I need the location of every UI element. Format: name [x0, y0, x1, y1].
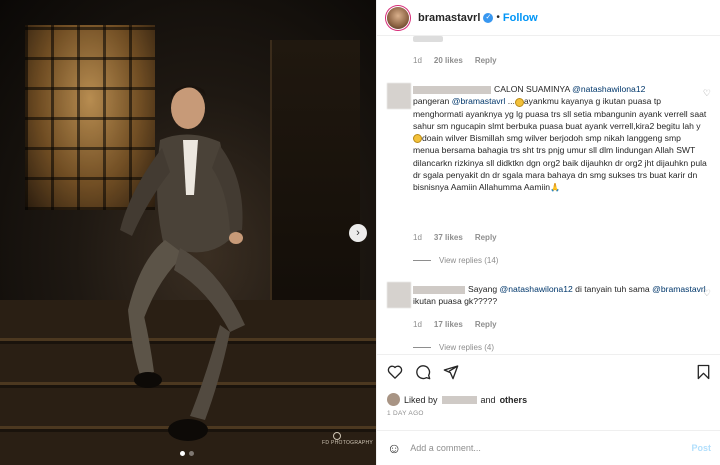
comment-text: Sayang @natashawilona12 di tanyain tuh s…	[413, 283, 709, 308]
likes-conjunction: and	[480, 394, 496, 405]
comment-mention[interactable]: @bramastavrl	[652, 284, 706, 294]
comments-list[interactable]: 1d 20 likes Reply CALON SUAMINYA @natash…	[377, 36, 720, 354]
likes-others[interactable]: others	[500, 395, 528, 405]
comment-text: CALON SUAMINYA @natashawilona12 pangeran…	[413, 83, 709, 195]
action-bar	[377, 354, 720, 388]
comment-composer: ☺ Post	[377, 430, 720, 465]
replies-line	[413, 347, 431, 348]
post-sidebar: bramastavrl ✓ • Follow 1d 20 likes Reply…	[376, 0, 720, 465]
share-icon[interactable]	[443, 364, 459, 380]
liker-avatar	[387, 393, 400, 406]
redacted-username	[413, 285, 465, 294]
bookmark-icon[interactable]	[697, 364, 710, 380]
comment-prefix: CALON SUAMINYA	[494, 84, 570, 94]
comment-mention[interactable]: @bramastavrl	[452, 96, 506, 106]
praying-hands-emoji-icon: 🙏	[550, 183, 561, 193]
post-comment-button[interactable]: Post	[691, 443, 711, 453]
heart-icon[interactable]	[387, 364, 403, 379]
likes-prefix: Liked by	[404, 394, 438, 405]
comment-line-prefix: pangeran	[413, 96, 450, 107]
verified-badge-icon: ✓	[483, 12, 494, 23]
comment-mention[interactable]: @natashawilona12	[500, 284, 573, 294]
chevron-right-icon: ›	[356, 227, 360, 239]
man-in-suit-figure	[120, 85, 245, 441]
comment-mention[interactable]: @natashawilona12	[572, 84, 645, 94]
smiley-icon[interactable]: ☺	[387, 440, 401, 456]
view-replies-button[interactable]: View replies (14)	[413, 256, 498, 265]
comment-icon[interactable]	[415, 364, 431, 380]
comment-like-heart-icon[interactable]: ♡	[703, 88, 711, 99]
author-username[interactable]: bramastavrl	[418, 12, 480, 24]
smiling-emoji-icon	[413, 134, 422, 144]
comment-meta: 1d 20 likes Reply	[413, 56, 497, 65]
comment-time: 1d	[413, 233, 422, 242]
comment-text-part: di tanyain tuh sama	[575, 284, 650, 294]
photographer-logo-icon	[333, 432, 341, 440]
carousel-dot	[180, 451, 185, 456]
commenter-avatar[interactable]	[387, 83, 411, 109]
comment-reply-button[interactable]: Reply	[475, 320, 497, 329]
comment-likes[interactable]: 20 likes	[434, 56, 463, 65]
comment-like-heart-icon[interactable]: ♡	[703, 288, 711, 299]
redacted-liker-name	[441, 395, 477, 404]
redacted-username	[413, 85, 491, 94]
follow-button[interactable]: Follow	[503, 12, 538, 24]
comment-likes[interactable]: 17 likes	[434, 320, 463, 329]
smiling-emoji-icon	[514, 97, 524, 107]
comment-likes[interactable]: 37 likes	[434, 233, 463, 242]
comment-text-ellipsis: ...	[507, 96, 515, 107]
view-replies-button[interactable]: View replies (4)	[413, 343, 494, 352]
post-photo[interactable]: FD PHOTOGRAPHY ›	[0, 0, 376, 465]
header-separator: •	[496, 12, 500, 23]
carousel-next-button[interactable]: ›	[349, 224, 367, 242]
author-avatar[interactable]	[387, 6, 409, 29]
post-timestamp: 1 DAY AGO	[387, 410, 424, 417]
replies-line	[413, 260, 431, 261]
comment-text-part: ikutan puasa gk?????	[413, 296, 498, 307]
carousel-dot	[189, 451, 194, 456]
comment-reply-button[interactable]: Reply	[475, 233, 497, 242]
comment-time: 1d	[413, 56, 422, 65]
comment-meta: 1d 37 likes Reply	[413, 233, 497, 242]
comment-reply-button[interactable]: Reply	[475, 56, 497, 65]
comment-meta: 1d 17 likes Reply	[413, 320, 497, 329]
scrolled-comment-text	[413, 36, 443, 42]
comment-time: 1d	[413, 320, 422, 329]
view-replies-label: View replies (4)	[439, 343, 494, 352]
view-replies-label: View replies (14)	[439, 256, 499, 265]
post-header: bramastavrl ✓ • Follow	[377, 0, 720, 36]
comment-input[interactable]	[410, 443, 692, 453]
photo-watermark: FD PHOTOGRAPHY	[322, 440, 374, 446]
likes-summary[interactable]: Liked by and others	[387, 393, 527, 406]
commenter-avatar[interactable]	[387, 282, 411, 308]
carousel-dots	[180, 451, 194, 456]
comment-text-part: Sayang	[468, 284, 498, 294]
